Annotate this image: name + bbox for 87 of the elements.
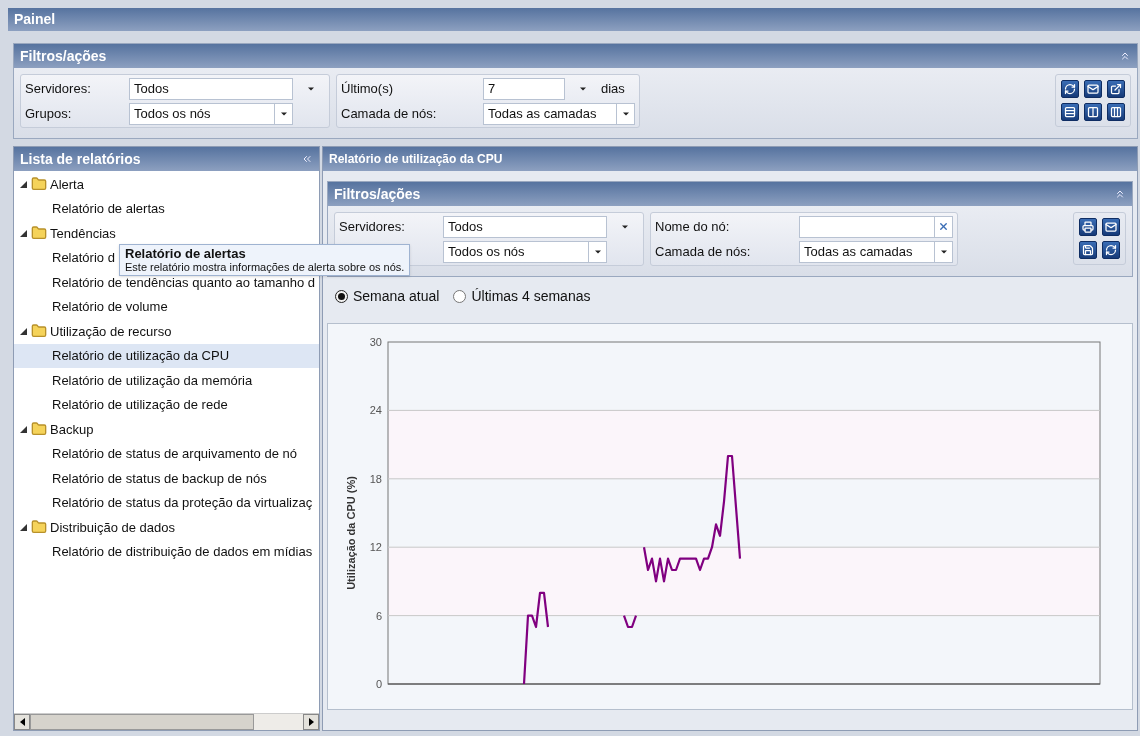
print-icon <box>1082 221 1094 233</box>
expand-icon[interactable] <box>20 327 27 335</box>
save-icon <box>1082 244 1094 256</box>
mail-button[interactable] <box>1084 80 1102 98</box>
folder-icon <box>31 323 47 340</box>
two-columns-icon <box>1087 106 1099 118</box>
report-item[interactable]: Relatório de volume <box>14 294 319 319</box>
tick-label: 30 <box>369 336 382 348</box>
tree-group[interactable]: Utilização de recurso <box>50 321 172 341</box>
rows-button[interactable] <box>1061 103 1079 121</box>
radio-button[interactable] <box>453 289 467 303</box>
panel-title: Filtros/ações <box>20 46 107 66</box>
unit-label: dias <box>601 79 625 98</box>
text-field[interactable]: Todos <box>129 77 293 100</box>
report-item[interactable]: Relatório de status de arquivamento de nó <box>14 441 319 466</box>
panel-title: Lista de relatórios <box>20 149 141 169</box>
tree-group[interactable]: Distribuição de dados <box>50 517 176 537</box>
three-columns-button[interactable] <box>1107 103 1125 121</box>
clear-icon <box>938 221 949 232</box>
collapse-icon[interactable] <box>301 153 313 165</box>
report-item[interactable]: Relatório de utilização da memória <box>14 368 319 393</box>
two-columns-button[interactable] <box>1084 103 1102 121</box>
mail-icon <box>1087 83 1099 95</box>
expand-icon[interactable] <box>20 425 27 433</box>
field-label: Servidores: <box>339 218 405 234</box>
scroll-left-button[interactable] <box>14 714 30 730</box>
tick-label: 24 <box>369 404 382 417</box>
report-item[interactable]: Relatório de utilização de rede <box>14 392 319 417</box>
folder-icon <box>31 176 47 193</box>
tick-label: 12 <box>369 541 382 554</box>
scrollbar-thumb[interactable] <box>30 714 254 730</box>
tick-label: 18 <box>369 472 382 485</box>
panel-title: Filtros/ações <box>334 184 421 204</box>
expand-icon[interactable] <box>20 229 27 237</box>
refresh-button[interactable] <box>1102 241 1120 259</box>
dropdown-field[interactable]: Todas as camadas <box>483 102 635 125</box>
text-field[interactable]: Todos <box>443 215 607 238</box>
dropdown-field[interactable]: Todos os nós <box>129 102 293 125</box>
report-item[interactable]: Relatório de distribuição de dados em mídias <box>14 539 319 564</box>
collapse-icon[interactable] <box>1119 50 1131 62</box>
text-field[interactable] <box>799 215 953 238</box>
refresh-button[interactable] <box>1061 80 1079 98</box>
report-item[interactable]: Relatório de status de backup de nós <box>14 466 319 491</box>
scroll-right-icon <box>308 718 314 726</box>
report-item[interactable]: Relatório de status da proteção da virtualizaç <box>14 490 319 515</box>
field-label: Nome do nó: <box>655 218 730 234</box>
folder-icon <box>31 421 47 438</box>
collapse-icon[interactable] <box>1114 188 1126 200</box>
tree-group[interactable]: Alerta <box>50 174 84 194</box>
scroll-right-button[interactable] <box>303 714 319 730</box>
folder-icon <box>31 225 47 242</box>
mail-icon <box>1105 221 1117 233</box>
dropdown-field[interactable]: Todas as camadas <box>799 240 953 263</box>
refresh-icon <box>1105 244 1117 256</box>
field-label: Último(s) <box>341 80 393 96</box>
scroll-left-icon <box>19 718 25 726</box>
panel-title: Relatório de utilização da CPU <box>329 151 503 168</box>
export-button[interactable] <box>1107 80 1125 98</box>
text-field[interactable]: 7 <box>483 77 565 100</box>
expand-icon[interactable] <box>20 180 27 188</box>
radio-label: Semana atual <box>353 286 440 306</box>
report-item[interactable]: Relatório de utilização da CPU <box>14 343 319 368</box>
tooltip-text: Este relatório mostra informações de alerta sobre os nós. <box>125 261 405 274</box>
field-label: Servidores: <box>25 80 91 96</box>
radio-label: Últimas 4 semanas <box>471 286 591 306</box>
print-button[interactable] <box>1079 218 1097 236</box>
folder-icon <box>31 519 47 536</box>
tooltip-title: Relatório de alertas <box>125 246 246 261</box>
field-label: Grupos: <box>25 105 72 121</box>
three-columns-icon <box>1110 106 1122 118</box>
dropdown-field[interactable]: Todos os nós <box>443 240 607 263</box>
axis-title: Utilização da CPU (%) <box>345 476 357 590</box>
expand-icon[interactable] <box>20 523 27 531</box>
export-icon <box>1110 83 1122 95</box>
rows-icon <box>1064 106 1076 118</box>
report-item[interactable]: Relatório de alertas <box>14 196 319 221</box>
field-label: Camada de nós: <box>341 105 437 121</box>
tree-group[interactable]: Backup <box>50 419 94 439</box>
tick-label: 0 <box>375 678 382 690</box>
window-title: Painel <box>14 10 56 29</box>
save-button[interactable] <box>1079 241 1097 259</box>
field-label: Camada de nós: <box>655 243 751 259</box>
refresh-icon <box>1064 83 1076 95</box>
radio-button[interactable] <box>335 289 348 303</box>
tree-group[interactable]: Tendências <box>50 223 116 243</box>
mail-button[interactable] <box>1102 218 1120 236</box>
tick-label: 6 <box>375 609 382 622</box>
